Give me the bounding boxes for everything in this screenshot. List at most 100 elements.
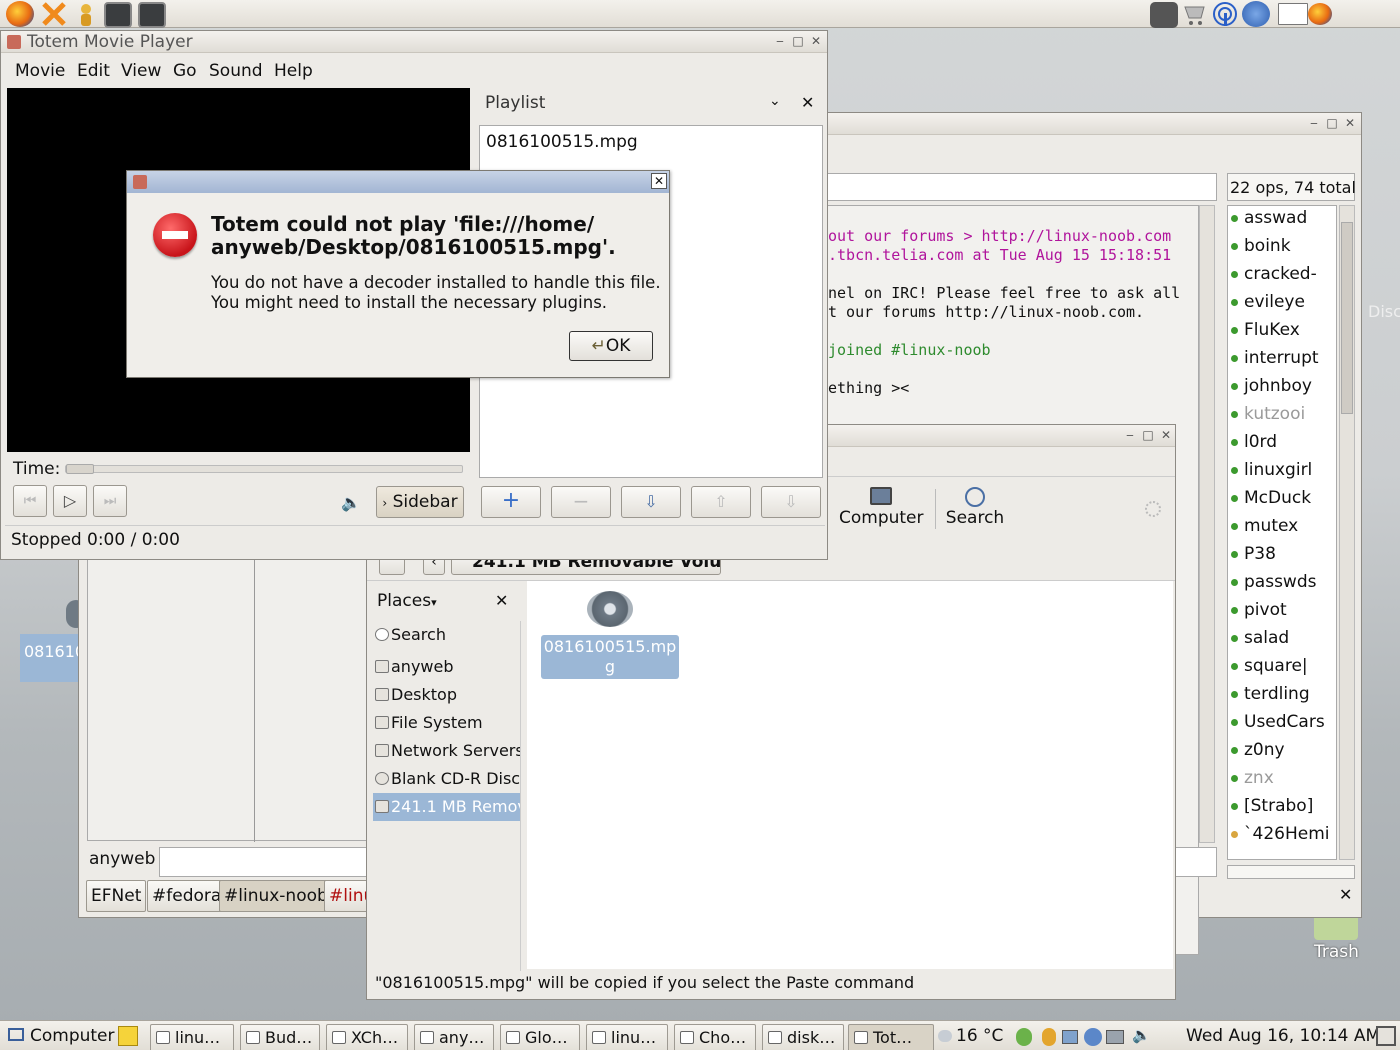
clock[interactable]: Wed Aug 16, 10:14 AM — [1186, 1026, 1380, 1046]
save-playlist-button[interactable]: ⇩ — [621, 486, 681, 518]
move-down-button[interactable]: ⇩ — [761, 486, 821, 518]
userlist-scrollbar[interactable] — [1339, 205, 1355, 860]
close-icon[interactable]: ✕ — [1159, 428, 1173, 442]
close-icon[interactable]: ✕ — [1343, 116, 1357, 130]
nick-item[interactable]: square| — [1231, 652, 1308, 680]
menu-view[interactable]: View — [121, 57, 161, 85]
taskbar-button[interactable]: linu… — [150, 1024, 234, 1050]
nick-item[interactable]: asswad — [1231, 206, 1307, 232]
taskbar-button[interactable]: Cho… — [674, 1024, 756, 1050]
desktop-file-icon[interactable]: 081610 — [20, 600, 86, 682]
sidebar-button[interactable]: › Sidebar — [376, 486, 464, 518]
scroll-thumb[interactable] — [1341, 222, 1353, 414]
terminal-icon[interactable] — [104, 2, 132, 28]
taskbar-button[interactable]: linu… — [586, 1024, 668, 1050]
place-item[interactable]: Blank CD-R Disc — [373, 765, 520, 793]
nick-item[interactable]: l0rd — [1231, 428, 1277, 456]
maximize-icon[interactable]: □ — [791, 34, 805, 48]
tab-linux[interactable]: #linu — [324, 880, 368, 912]
nick-item[interactable]: johnboy — [1231, 372, 1312, 400]
chat-scrollbar[interactable] — [1199, 205, 1215, 843]
wifi-icon[interactable] — [1212, 1, 1240, 27]
playlist-item[interactable]: 0816100515.mpg — [486, 132, 638, 152]
taskbar-button[interactable]: XCh… — [326, 1024, 408, 1050]
nick-item[interactable]: cracked- — [1231, 260, 1317, 288]
place-item[interactable]: anyweb — [373, 653, 520, 681]
minimize-icon[interactable]: ‒ — [1307, 116, 1321, 130]
notes-icon[interactable] — [118, 1026, 138, 1046]
xchat-icon[interactable] — [40, 1, 68, 27]
menu-sound[interactable]: Sound — [209, 57, 263, 85]
nick-item[interactable]: interrupt — [1231, 344, 1319, 372]
topic-bar[interactable] — [827, 173, 1217, 201]
place-item[interactable]: File System — [373, 709, 520, 737]
add-button[interactable]: + — [481, 486, 541, 518]
workspace-switcher-icon[interactable] — [1278, 3, 1308, 25]
nick-item[interactable]: salad — [1231, 624, 1289, 652]
globe-icon[interactable] — [1242, 1, 1270, 27]
nick-item[interactable]: FluKex — [1231, 316, 1300, 344]
update-icon[interactable] — [1016, 1028, 1032, 1046]
nick-item[interactable]: z0ny — [1231, 736, 1285, 764]
menu-edit[interactable]: Edit — [77, 57, 110, 85]
menu-movie[interactable]: Movie — [15, 57, 65, 85]
seek-handle[interactable] — [66, 464, 94, 474]
firefox-icon[interactable] — [1308, 3, 1332, 25]
nick-item[interactable]: kutzooi — [1231, 400, 1305, 428]
weather-temp[interactable]: 16 °C — [956, 1026, 1003, 1046]
camera-icon[interactable] — [1150, 2, 1178, 28]
nick-item[interactable]: linuxgirl — [1231, 456, 1312, 484]
search-button[interactable]: Search — [939, 485, 1011, 531]
show-desktop-icon[interactable] — [1376, 1026, 1396, 1046]
gaim-icon[interactable] — [74, 1, 102, 27]
play-button[interactable]: ▷ — [53, 485, 87, 517]
tab-fedora[interactable]: #fedora — [147, 880, 227, 912]
nick-item[interactable]: `426Hemi — [1231, 820, 1329, 848]
nick-item[interactable]: evileye — [1231, 288, 1305, 316]
close-sidebar-icon[interactable]: ✕ — [495, 591, 508, 610]
taskbar-button[interactable]: disk… — [762, 1024, 844, 1050]
place-item[interactable]: Search — [373, 621, 520, 649]
seek-slider[interactable] — [65, 464, 463, 474]
minimize-icon[interactable]: ‒ — [1123, 428, 1137, 442]
playlist-dropdown-icon[interactable]: ⌄ — [769, 93, 781, 109]
volume-icon[interactable]: 🔈 — [1132, 1026, 1151, 1044]
move-up-button[interactable]: ⇧ — [691, 486, 751, 518]
nick-item[interactable]: znx — [1231, 764, 1274, 792]
terminal-icon[interactable] — [138, 2, 166, 28]
nick-item[interactable]: terdling — [1231, 680, 1310, 708]
ok-button[interactable]: ↵OK — [569, 331, 653, 361]
nick-item[interactable]: P38 — [1231, 540, 1276, 568]
places-header[interactable]: Places▾ — [377, 591, 437, 611]
network-icon[interactable] — [1062, 1030, 1078, 1044]
gaim-icon[interactable] — [1042, 1028, 1056, 1046]
taskbar-button[interactable]: Bud… — [240, 1024, 320, 1050]
computer-button[interactable]: Computer — [839, 485, 924, 531]
computer-menu[interactable]: Computer — [8, 1026, 115, 1046]
menu-go[interactable]: Go — [173, 57, 197, 85]
shopping-cart-icon[interactable] — [1182, 3, 1210, 29]
maximize-icon[interactable]: □ — [1325, 116, 1339, 130]
nick-item[interactable]: [Strabo] — [1231, 792, 1313, 820]
nick-item[interactable]: pivot — [1231, 596, 1287, 624]
next-button[interactable]: ⏭ — [93, 485, 127, 517]
trash-label[interactable]: Trash — [1314, 942, 1364, 962]
place-item[interactable]: Desktop — [373, 681, 520, 709]
maximize-icon[interactable]: □ — [1141, 428, 1155, 442]
place-item[interactable]: Network Servers — [373, 737, 520, 765]
nick-label[interactable]: anyweb — [89, 849, 155, 869]
tab-efnet[interactable]: EFNet — [86, 880, 147, 912]
file-item[interactable]: 0816100515.mp g — [541, 591, 679, 681]
globe-icon[interactable] — [1084, 1028, 1102, 1046]
taskbar-button[interactable]: Glo… — [500, 1024, 580, 1050]
taskbar-button[interactable]: any… — [414, 1024, 494, 1050]
tab-linux-noob[interactable]: #linux-noob — [219, 880, 333, 912]
nick-item[interactable]: boink — [1231, 232, 1291, 260]
nick-item[interactable]: passwds — [1231, 568, 1316, 596]
taskbar-button[interactable]: Tot… — [848, 1024, 934, 1050]
dialog-close-icon[interactable]: ✕ — [651, 173, 667, 189]
input-box-right[interactable] — [1175, 847, 1217, 877]
menu-help[interactable]: Help — [274, 57, 313, 85]
playlist-close-icon[interactable]: ✕ — [801, 93, 814, 112]
place-item[interactable]: 241.1 MB Removable Volume — [373, 793, 520, 821]
